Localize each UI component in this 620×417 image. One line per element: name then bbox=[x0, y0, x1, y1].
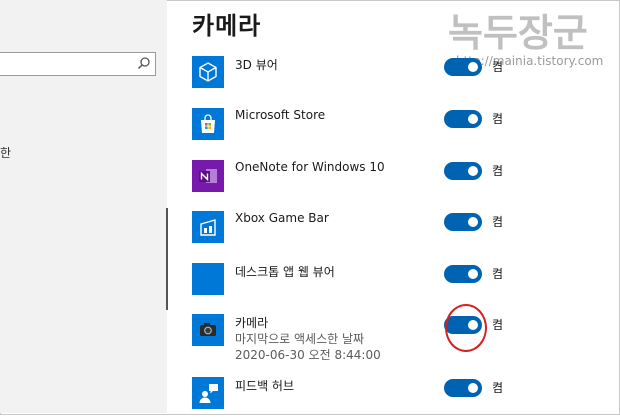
app-row-xbox-game-bar: Xbox Game Bar 켬 bbox=[192, 211, 512, 251]
game-bar-icon bbox=[192, 211, 224, 243]
camera-access-toggle[interactable] bbox=[444, 58, 482, 76]
onenote-icon bbox=[192, 160, 224, 192]
store-bag-icon bbox=[192, 108, 224, 140]
toggle-state-label: 켬 bbox=[492, 112, 504, 126]
camera-access-toggle[interactable] bbox=[444, 213, 482, 231]
app-name: Xbox Game Bar bbox=[235, 211, 329, 225]
camera-access-toggle[interactable] bbox=[444, 379, 482, 397]
last-accessed-label: 마지막으로 액세스한 날짜 bbox=[235, 332, 365, 346]
app-name: 3D 뷰어 bbox=[235, 58, 278, 72]
app-name: OneNote for Windows 10 bbox=[235, 160, 385, 174]
app-name: Microsoft Store bbox=[235, 108, 326, 122]
app-row-microsoft-store: Microsoft Store 켬 bbox=[192, 108, 512, 148]
app-row-desktop-web-viewer: 데스크톱 앱 웹 뷰어 켬 bbox=[192, 263, 512, 303]
app-row-3d-viewer: 3D 뷰어 켬 bbox=[192, 56, 512, 96]
blank-tile-icon bbox=[192, 263, 224, 295]
toggle-state-label: 켬 bbox=[492, 267, 504, 281]
last-accessed-time: 2020-06-30 오전 8:44:00 bbox=[235, 348, 381, 362]
app-row-onenote: OneNote for Windows 10 켬 bbox=[192, 160, 512, 200]
highlight-annotation bbox=[445, 304, 487, 352]
watermark-text: 녹두장군 bbox=[448, 11, 588, 55]
settings-nav-pane: 한 bbox=[0, 0, 167, 413]
feedback-icon bbox=[192, 377, 224, 409]
toggle-state-label: 켬 bbox=[492, 381, 504, 395]
app-row-feedback-hub: 피드백 허브 켬 bbox=[192, 377, 512, 417]
camera-access-toggle[interactable] bbox=[444, 110, 482, 128]
camera-access-toggle[interactable] bbox=[444, 265, 482, 283]
camera-icon bbox=[192, 314, 224, 346]
camera-access-toggle[interactable] bbox=[444, 162, 482, 180]
scrollbar-thumb[interactable] bbox=[166, 208, 168, 310]
toggle-state-label: 켬 bbox=[492, 318, 504, 332]
toggle-state-label: 켬 bbox=[492, 60, 504, 74]
app-name: 데스크톱 앱 웹 뷰어 bbox=[235, 265, 335, 279]
toggle-state-label: 켬 bbox=[492, 215, 504, 229]
cube-icon bbox=[192, 56, 224, 88]
nav-item-label[interactable]: 한 bbox=[0, 144, 11, 161]
app-name: 피드백 허브 bbox=[235, 379, 295, 393]
search-input[interactable] bbox=[0, 52, 156, 76]
page-title: 카메라 bbox=[192, 12, 262, 40]
search-icon bbox=[137, 57, 150, 70]
app-name: 카메라 bbox=[235, 316, 269, 330]
toggle-state-label: 켬 bbox=[492, 164, 504, 178]
